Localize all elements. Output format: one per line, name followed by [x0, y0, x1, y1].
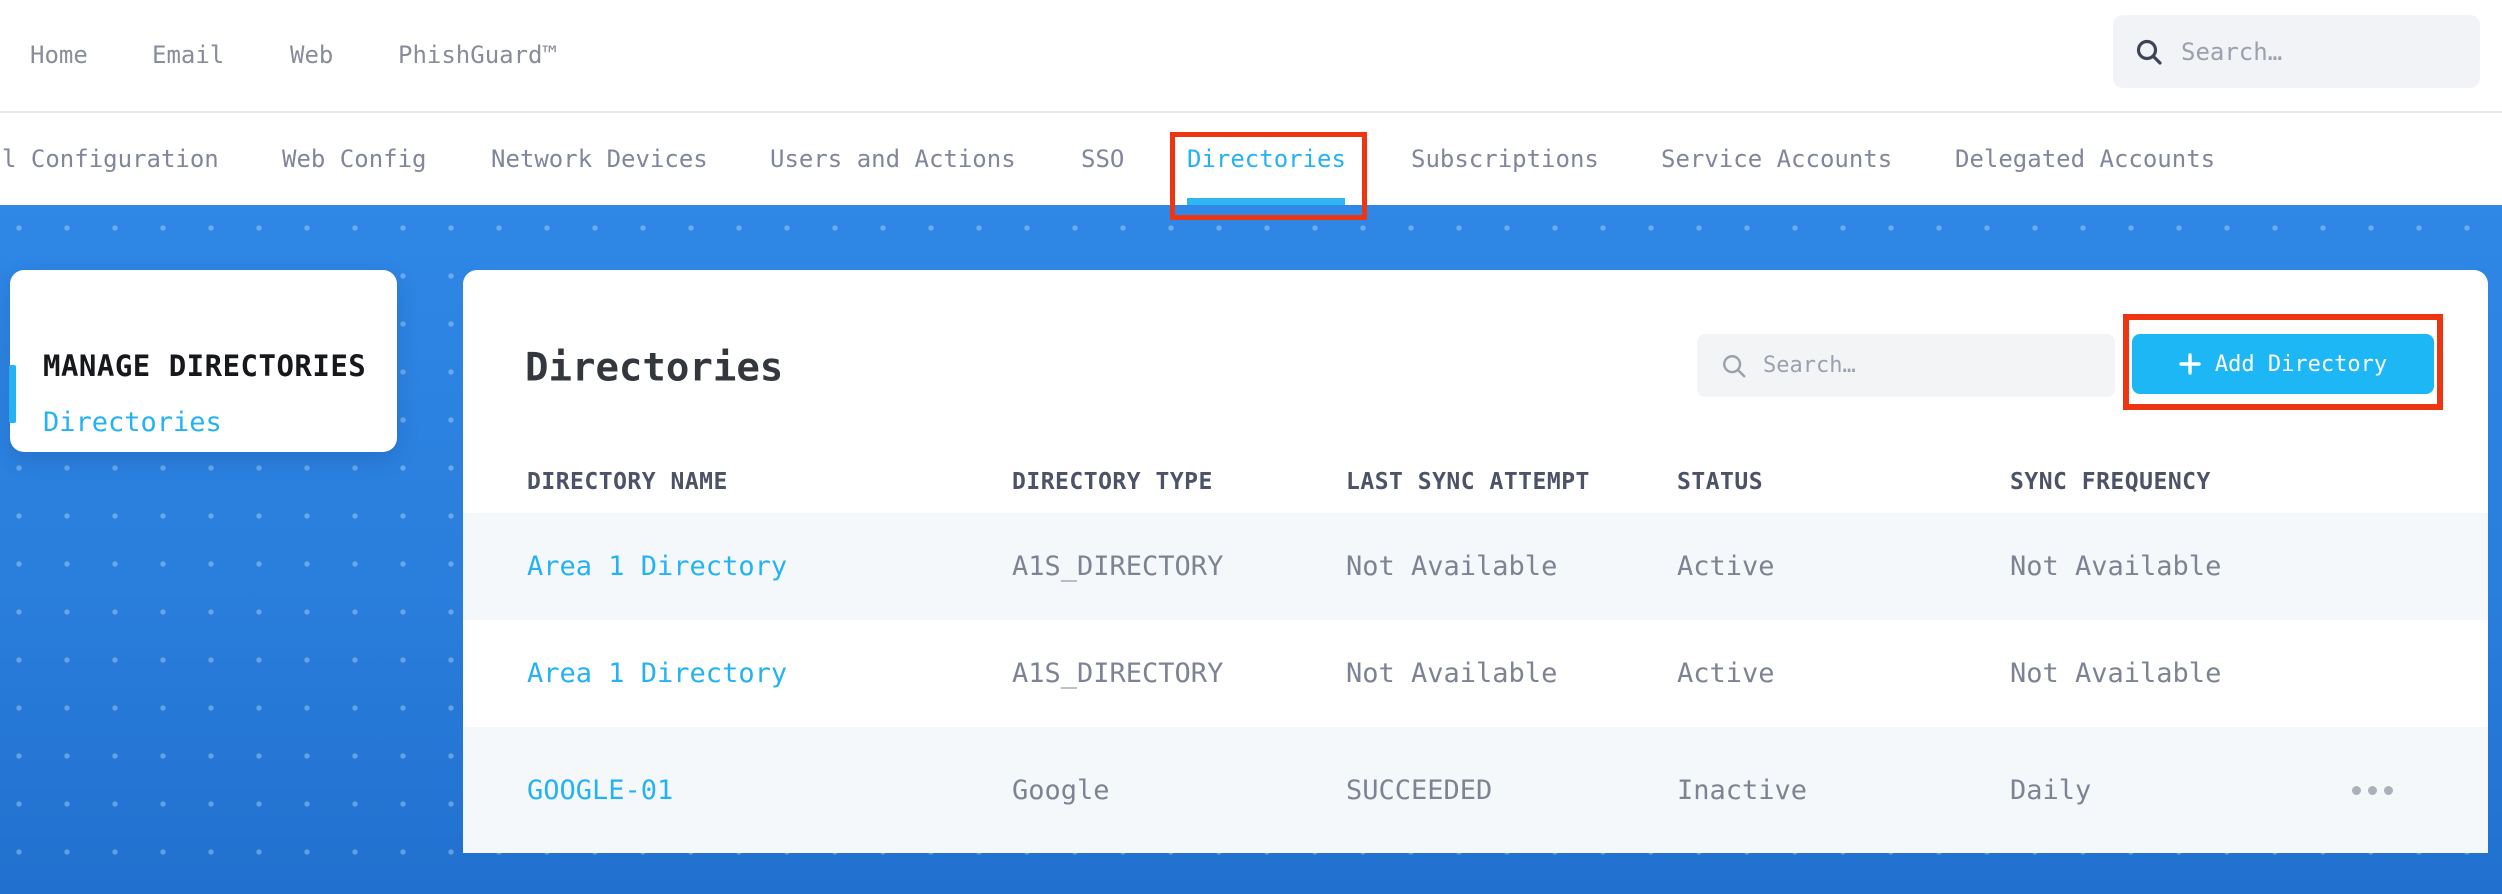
- tab-directories[interactable]: Directories: [1187, 113, 1346, 205]
- directories-search-input[interactable]: [1763, 353, 2063, 378]
- plus-icon: [2179, 353, 2201, 375]
- column-header-last-sync: LAST SYNC ATTEMPT: [1346, 469, 1590, 495]
- search-icon: [1723, 354, 1746, 377]
- column-header-sync-frequency: SYNC FREQUENCY: [2010, 469, 2211, 495]
- sync-frequency-cell: Daily: [2010, 774, 2092, 806]
- global-search-input[interactable]: [2181, 37, 2441, 66]
- tab-users-and-actions[interactable]: Users and Actions: [770, 113, 1016, 205]
- table-row: Area 1 Directory A1S_DIRECTORY Not Avail…: [463, 620, 2488, 727]
- directory-type-cell: A1S_DIRECTORY: [1012, 551, 1224, 582]
- tab-delegated-accounts[interactable]: Delegated Accounts: [1955, 113, 2215, 205]
- row-actions-menu[interactable]: [2341, 770, 2403, 810]
- topnav-item-home[interactable]: Home: [30, 0, 88, 111]
- ellipsis-icon: [2367, 785, 2377, 795]
- last-sync-cell: SUCCEEDED: [1346, 774, 1493, 806]
- tab-email-configuration[interactable]: l Configuration: [2, 113, 219, 205]
- directories-search-field[interactable]: [1697, 334, 2115, 397]
- column-header-status: STATUS: [1677, 469, 1764, 495]
- global-search-field[interactable]: [2113, 15, 2480, 88]
- sync-frequency-cell: Not Available: [2010, 551, 2222, 582]
- topnav-item-web[interactable]: Web: [290, 0, 333, 111]
- directory-type-cell: A1S_DIRECTORY: [1012, 658, 1224, 689]
- column-header-directory-type: DIRECTORY TYPE: [1012, 469, 1213, 495]
- tab-sso[interactable]: SSO: [1081, 113, 1124, 205]
- card-title: MANAGE DIRECTORIES: [43, 349, 367, 383]
- directory-name-link[interactable]: Area 1 Directory: [527, 620, 787, 727]
- topnav-item-email[interactable]: Email: [152, 0, 224, 111]
- topnav-item-phishguard[interactable]: PhishGuard™: [398, 0, 557, 111]
- top-navigation-bar: Home Email Web PhishGuard™: [0, 0, 2502, 113]
- tab-service-accounts[interactable]: Service Accounts: [1661, 113, 1892, 205]
- status-cell: Active: [1677, 551, 1775, 582]
- column-header-directory-name: DIRECTORY NAME: [527, 469, 728, 495]
- tab-subscriptions[interactable]: Subscriptions: [1411, 113, 1599, 205]
- status-cell: Active: [1677, 658, 1775, 689]
- directories-panel: Directories Add Directory DIRECTORY NAME…: [463, 270, 2488, 853]
- last-sync-cell: Not Available: [1346, 551, 1558, 582]
- tab-web-config[interactable]: Web Config: [282, 113, 427, 205]
- table-row: GOOGLE-01 Google SUCCEEDED Inactive Dail…: [463, 727, 2488, 853]
- status-cell: Inactive: [1677, 774, 1808, 806]
- directory-name-link[interactable]: Area 1 Directory: [527, 513, 787, 620]
- active-item-indicator: [9, 365, 16, 423]
- table-row: Area 1 Directory A1S_DIRECTORY Not Avail…: [463, 513, 2488, 620]
- ellipsis-icon: [2383, 785, 2393, 795]
- active-tab-underline: [1187, 198, 1345, 205]
- search-icon: [2136, 39, 2162, 65]
- sync-frequency-cell: Not Available: [2010, 658, 2222, 689]
- page-title: Directories: [525, 345, 784, 391]
- card-item-directories[interactable]: Directories: [43, 394, 222, 452]
- tab-network-devices[interactable]: Network Devices: [491, 113, 708, 205]
- app-root: Home Email Web PhishGuard™ l Configurati…: [0, 0, 2502, 894]
- ellipsis-icon: [2351, 785, 2361, 795]
- add-directory-label: Add Directory: [2214, 351, 2388, 377]
- directory-name-link[interactable]: GOOGLE-01: [527, 727, 673, 853]
- add-directory-button[interactable]: Add Directory: [2132, 334, 2434, 394]
- directory-type-cell: Google: [1012, 774, 1110, 806]
- last-sync-cell: Not Available: [1346, 658, 1558, 689]
- manage-directories-card: MANAGE DIRECTORIES Directories: [9, 270, 397, 452]
- section-tab-bar: l Configuration Web Config Network Devic…: [0, 113, 2502, 205]
- table-header-row: DIRECTORY NAME DIRECTORY TYPE LAST SYNC …: [463, 460, 2488, 504]
